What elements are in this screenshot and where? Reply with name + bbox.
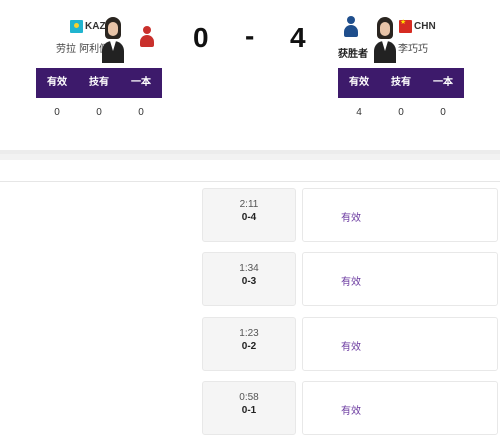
right-country-code: CHN xyxy=(414,21,436,32)
header-divider xyxy=(0,150,500,154)
event-action: 有效 xyxy=(341,342,361,353)
left-stats-header: 有效 技有 一本 xyxy=(36,68,162,98)
right-stat-wazaari: 0 xyxy=(398,107,404,118)
stat-header-ippon: 一本 xyxy=(433,77,453,88)
event-time: 1:34 xyxy=(239,263,259,274)
stat-header-yuko: 有效 xyxy=(47,77,67,88)
event-time: 2:11 xyxy=(239,199,259,210)
stat-header-ippon: 一本 xyxy=(131,77,151,88)
event-score: 0-4 xyxy=(241,212,257,223)
right-stat-yuko: 4 xyxy=(356,107,362,118)
match-header: KAZ 劳拉 阿利佩尔 0 - 4 获胜者 CHN 李巧巧 有效 技有 一本 0… xyxy=(0,0,500,150)
left-stats-values: 0 0 0 xyxy=(36,103,162,123)
right-athlete-name: 李巧巧 xyxy=(398,44,428,55)
right-stats-header: 有效 技有 一本 xyxy=(338,68,464,98)
event-time: 0:58 xyxy=(239,392,259,403)
stat-header-wazaari: 技有 xyxy=(391,77,411,88)
event-time-cell: 1:23 0-2 xyxy=(202,317,296,371)
event-time-cell: 0:58 0-1 xyxy=(202,381,296,435)
left-stat-wazaari: 0 xyxy=(96,107,102,118)
kaz-flag-icon xyxy=(70,20,83,33)
score-separator: - xyxy=(245,20,255,51)
left-user-icon xyxy=(140,26,154,50)
left-athlete-photo xyxy=(102,17,124,63)
right-user-icon xyxy=(344,16,358,40)
event-action-cell: 有效 xyxy=(302,317,498,371)
event-time-cell: 2:11 0-4 xyxy=(202,188,296,242)
stat-header-yuko: 有效 xyxy=(349,77,369,88)
winner-label: 获胜者 xyxy=(338,49,368,60)
left-stat-ippon: 0 xyxy=(138,107,144,118)
right-stat-ippon: 0 xyxy=(440,107,446,118)
event-action: 有效 xyxy=(341,213,361,224)
event-time-cell: 1:34 0-3 xyxy=(202,252,296,306)
left-stat-yuko: 0 xyxy=(54,107,60,118)
stat-header-wazaari: 技有 xyxy=(89,77,109,88)
event-action: 有效 xyxy=(341,406,361,417)
event-action-cell: 有效 xyxy=(302,252,498,306)
right-stats-values: 4 0 0 xyxy=(338,103,464,123)
events-subheader xyxy=(0,160,500,182)
event-action-cell: 有效 xyxy=(302,381,498,435)
event-score: 0-1 xyxy=(241,405,257,416)
event-action: 有效 xyxy=(341,277,361,288)
event-action-cell: 有效 xyxy=(302,188,498,242)
event-score: 0-2 xyxy=(241,341,257,352)
score-right: 4 xyxy=(290,22,306,53)
event-score: 0-3 xyxy=(241,276,257,287)
event-time: 1:23 xyxy=(239,328,259,339)
score-left: 0 xyxy=(193,22,209,53)
right-athlete-photo xyxy=(374,17,396,63)
chn-flag-icon xyxy=(399,18,412,33)
